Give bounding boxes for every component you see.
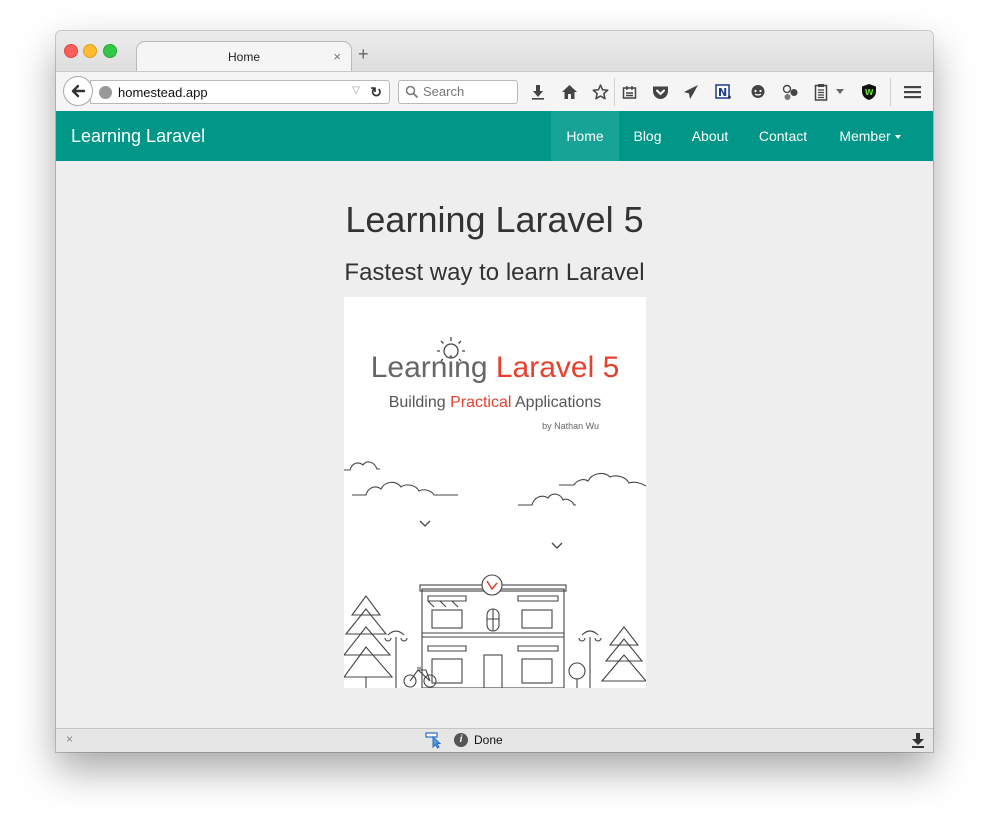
- notes-icon[interactable]: N: [713, 82, 733, 102]
- chat-icon[interactable]: [748, 82, 768, 102]
- url-dropdown-icon[interactable]: ▽: [352, 85, 360, 96]
- page-subtitle: Fastest way to learn Laravel: [344, 259, 645, 286]
- send-icon[interactable]: [681, 82, 701, 102]
- extension-icon[interactable]: [780, 82, 800, 102]
- cursor-tool-icon[interactable]: [425, 732, 443, 752]
- shield-icon[interactable]: W: [859, 82, 879, 102]
- pocket-icon[interactable]: [650, 82, 670, 102]
- nav-member-dropdown[interactable]: Member: [822, 111, 918, 161]
- cover-subtitle-part2: Practical: [450, 394, 512, 411]
- bookmark-star-icon[interactable]: [590, 82, 610, 102]
- search-icon: [405, 85, 419, 104]
- status-download-icon[interactable]: [911, 733, 925, 752]
- site-navbar: Learning Laravel Home Blog About Contact…: [56, 111, 933, 161]
- cover-title: Learning Laravel 5: [344, 351, 646, 385]
- nav-home[interactable]: Home: [551, 111, 619, 161]
- status-close-icon[interactable]: ×: [66, 732, 73, 746]
- tab-home[interactable]: Home ×: [136, 41, 352, 73]
- caret-down-icon: [894, 135, 901, 140]
- globe-icon: [99, 86, 112, 99]
- tab-strip: Home × +: [56, 31, 933, 73]
- page-title: Learning Laravel 5: [345, 199, 644, 240]
- back-button[interactable]: [63, 76, 93, 106]
- minimize-window-button[interactable]: [83, 44, 97, 58]
- toolbar-separator: [890, 78, 891, 106]
- reload-icon[interactable]: ↻: [370, 84, 382, 101]
- cover-author: by Nathan Wu: [542, 421, 599, 431]
- status-bar: × i Done: [56, 728, 933, 752]
- book-cover-image: Learning Laravel 5 Building Practical Ap…: [344, 297, 646, 688]
- page-content: Learning Laravel 5 Fastest way to learn …: [56, 161, 933, 728]
- cover-subtitle-part3: Applications: [511, 394, 602, 411]
- svg-text:N: N: [718, 86, 727, 99]
- cover-title-part2: Laravel 5: [495, 351, 620, 384]
- cover-title-part1: Learning: [370, 351, 496, 384]
- url-text[interactable]: homestead.app: [118, 85, 208, 100]
- back-arrow-icon: [71, 84, 86, 98]
- nav-blog[interactable]: Blog: [619, 111, 676, 161]
- status-text: Done: [474, 733, 503, 747]
- svg-text:W: W: [865, 88, 874, 97]
- tab-close-icon[interactable]: ×: [333, 49, 341, 64]
- close-window-button[interactable]: [64, 44, 78, 58]
- nav-member-label: Member: [839, 128, 891, 144]
- tab-title: Home: [227, 50, 260, 64]
- hamburger-menu-icon[interactable]: [902, 82, 922, 102]
- search-input[interactable]: [423, 84, 513, 99]
- browser-window: Home × + homestead.app ▽ ↻ Search N W Le…: [56, 31, 933, 752]
- url-bar[interactable]: homestead.app ▽ ↻: [90, 80, 390, 104]
- cover-subtitle-part1: Building: [388, 394, 451, 411]
- info-icon: i: [454, 733, 468, 747]
- site-brand[interactable]: Learning Laravel: [71, 126, 205, 147]
- download-icon[interactable]: [528, 82, 548, 102]
- reading-list-icon[interactable]: [619, 82, 639, 102]
- nav-about[interactable]: About: [676, 111, 744, 161]
- clipboard-icon[interactable]: [811, 82, 831, 102]
- toolbar-separator: [614, 78, 615, 106]
- zoom-window-button[interactable]: [103, 44, 117, 58]
- new-tab-button[interactable]: +: [358, 45, 369, 63]
- home-icon[interactable]: [559, 82, 579, 102]
- cover-subtitle: Building Practical Applications: [344, 394, 646, 412]
- nav-contact[interactable]: Contact: [744, 111, 822, 161]
- dropdown-icon[interactable]: [834, 82, 846, 102]
- search-bar[interactable]: [398, 80, 518, 104]
- navigation-toolbar: homestead.app ▽ ↻ Search N W: [56, 71, 933, 113]
